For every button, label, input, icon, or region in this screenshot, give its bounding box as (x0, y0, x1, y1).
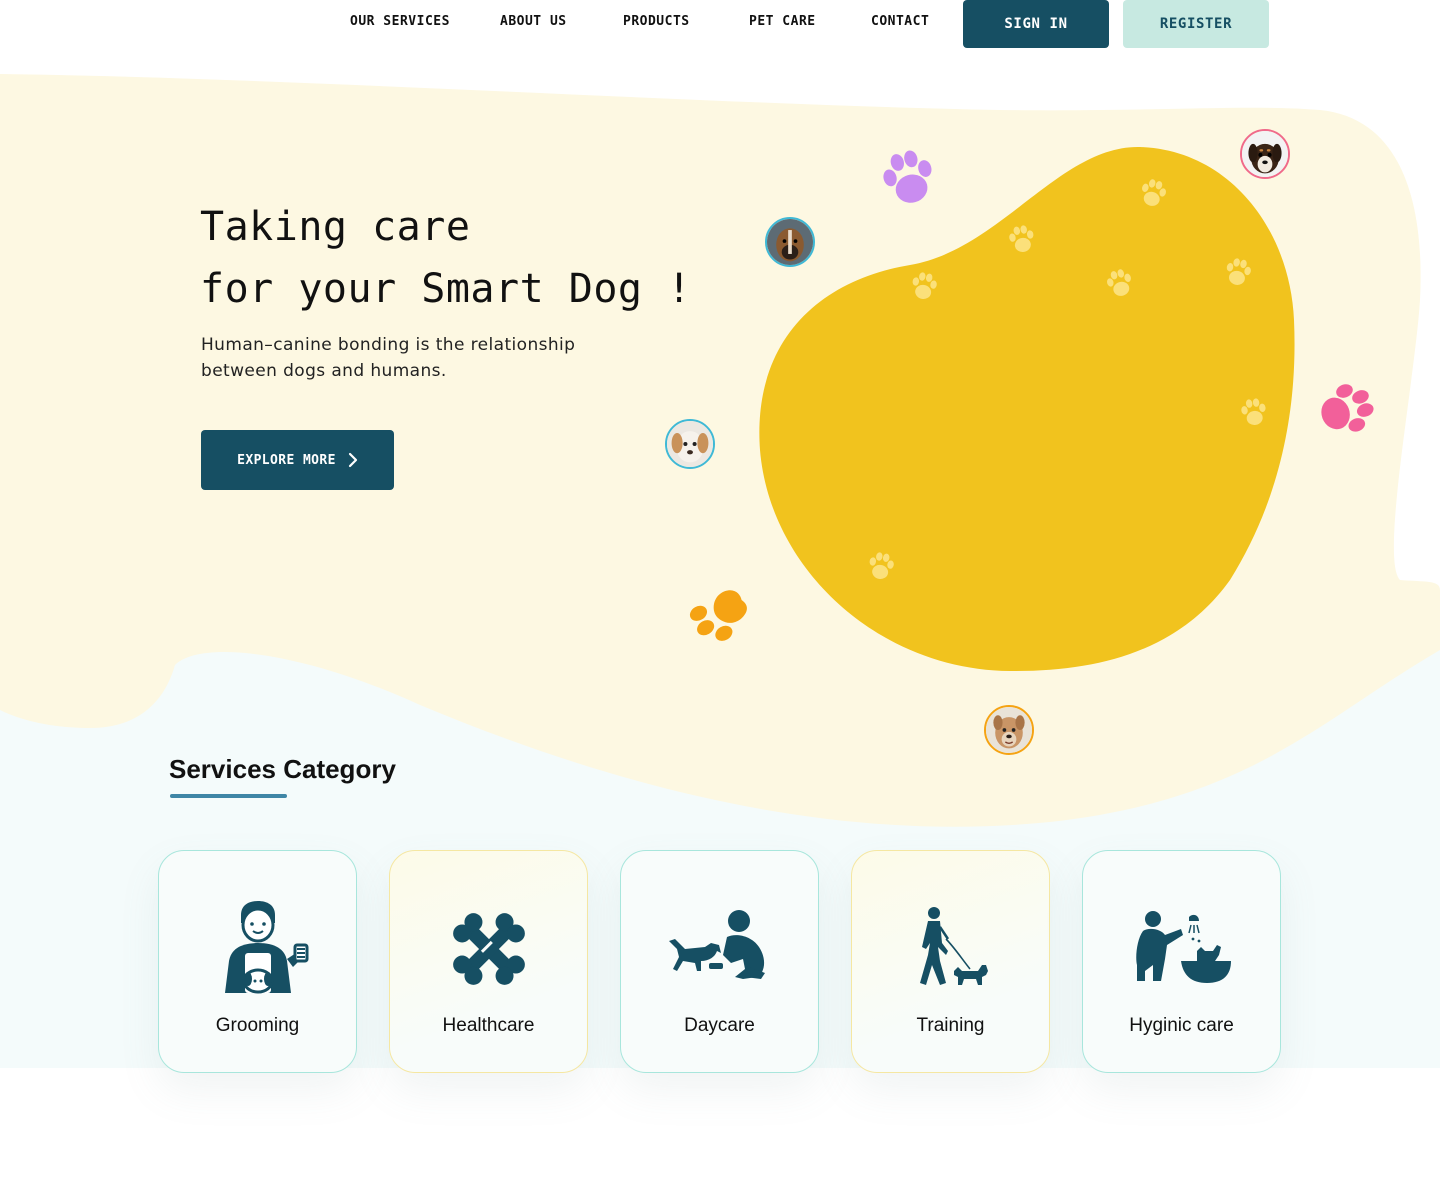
dog-avatar-2 (765, 217, 815, 267)
service-label-training: Training (916, 1015, 985, 1036)
services-title: Services Category (169, 754, 396, 784)
service-card-grooming[interactable]: Grooming (158, 850, 357, 1073)
services-title-underline (170, 794, 287, 798)
groomer-icon (224, 901, 308, 994)
dog-avatar-3 (665, 419, 715, 469)
dog-avatar-1 (1240, 129, 1290, 179)
service-card-daycare[interactable]: Daycare (620, 850, 819, 1073)
service-label-healthcare: Healthcare (442, 1015, 535, 1036)
service-label-daycare: Daycare (684, 1015, 755, 1036)
orange-paw-icon (689, 590, 747, 641)
pink-paw-icon (1321, 384, 1374, 432)
bone-icon (452, 913, 525, 985)
service-card-hyginic-care[interactable]: Hyginic care (1082, 850, 1281, 1073)
purple-paw-icon (883, 150, 932, 203)
dog-bathing-icon (1135, 911, 1231, 983)
person-with-dog-icon (668, 910, 765, 979)
service-label-grooming: Grooming (215, 1015, 300, 1036)
service-label-hyginic-care: Hyginic care (1129, 1015, 1234, 1036)
service-card-healthcare[interactable]: Healthcare (389, 850, 588, 1073)
dog-walking-icon (919, 907, 988, 985)
dog-avatar-4 (984, 705, 1034, 755)
service-card-training[interactable]: Training (851, 850, 1050, 1073)
